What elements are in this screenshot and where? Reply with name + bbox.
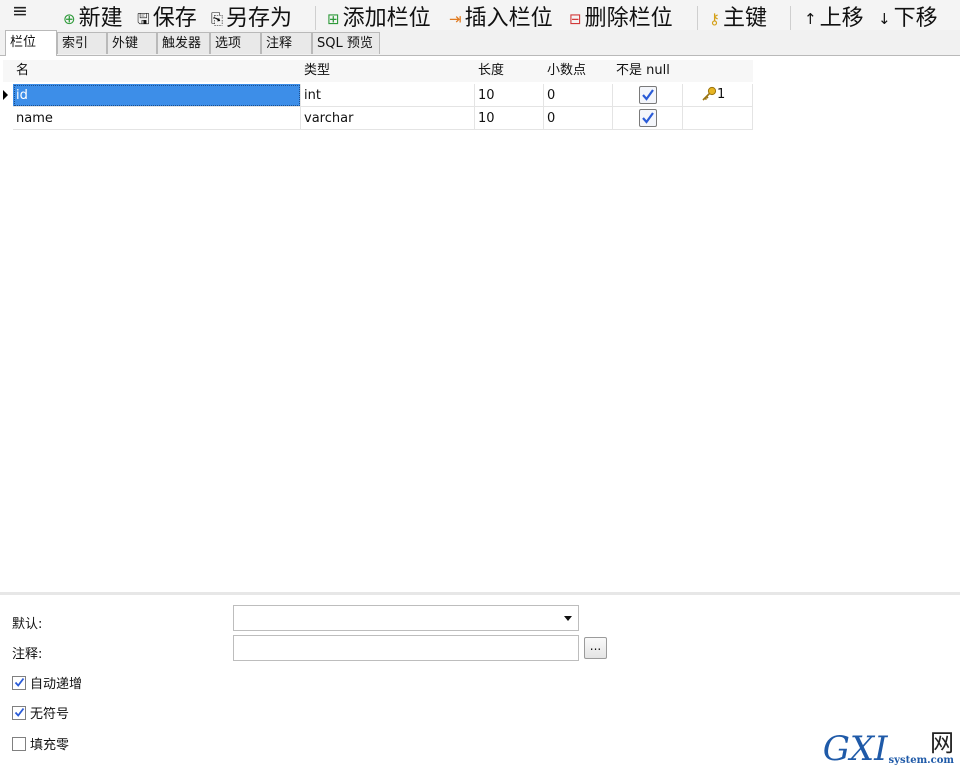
current-row-indicator-icon [3,90,8,100]
check-icon [14,707,24,717]
not-null-checkbox[interactable] [639,109,657,127]
unsigned-option[interactable]: 无符号 [12,703,69,722]
arrow-up-icon: ↑ [804,10,817,28]
fields-grid-area: 名 类型 长度 小数点 不是 null id int 10 0 1 name v… [3,56,960,592]
tab-fields[interactable]: 栏位 [5,30,57,56]
column-header-length[interactable]: 长度 [478,60,505,82]
table-row[interactable]: id int 10 0 1 [3,84,753,107]
dropdown-arrow-icon [564,616,572,621]
auto-increment-checkbox[interactable] [12,675,26,690]
insert-field-icon: ⇥ [449,10,462,28]
new-button[interactable]: ⊕ 新建 [63,6,123,30]
tab-sql-preview[interactable]: SQL 预览 [312,32,380,54]
field-properties-panel: 默认: 注释: ... 自动递增 无符号 填充零 GXI 网 system.co… [0,592,960,770]
arrow-down-icon: ↓ [878,10,891,28]
delete-field-icon: ⊟ [569,10,582,28]
save-icon: 🖫 [137,10,150,28]
key-icon [702,86,717,101]
tab-options[interactable]: 选项 [210,32,261,54]
check-icon [642,112,654,124]
comment-input[interactable] [233,635,579,661]
field-length-cell[interactable]: 10 [475,107,544,130]
column-header-type[interactable]: 类型 [304,60,331,82]
tab-indexes[interactable]: 索引 [57,32,107,54]
tab-triggers[interactable]: 触发器 [157,32,210,54]
column-header-decimals[interactable]: 小数点 [547,60,587,82]
zerofill-option[interactable]: 填充零 [12,734,69,753]
key-icon: ⚷ [709,10,720,28]
zerofill-checkbox[interactable] [12,736,26,751]
toolbar-divider [697,6,698,30]
primary-key-indicator: 1 [701,86,725,102]
tab-bar: 栏位 索引 外键 触发器 选项 注释 SQL 预览 [0,30,960,56]
check-icon [14,677,24,687]
field-type-cell[interactable]: int [301,84,475,107]
tab-foreign-keys[interactable]: 外键 [107,32,157,54]
default-select[interactable] [233,605,579,631]
new-icon: ⊕ [63,10,76,28]
field-decimals-cell[interactable]: 0 [544,107,613,130]
field-type-cell[interactable]: varchar [301,107,475,130]
comment-more-button[interactable]: ... [584,637,607,659]
primary-key-button[interactable]: ⚷ 主键 [709,6,767,30]
field-decimals-cell[interactable]: 0 [544,84,613,107]
toolbar: ≡ ⊕ 新建 🖫 保存 ⎘ 另存为 ⊞ 添加栏位 ⇥ 插入栏位 ⊟ 删除栏位 ⚷… [0,0,960,30]
save-button[interactable]: 🖫 保存 [137,6,197,30]
delete-field-button[interactable]: ⊟ 删除栏位 [569,6,673,30]
field-length-cell[interactable]: 10 [475,84,544,107]
key-cell [683,107,753,130]
save-as-icon: ⎘ [211,10,224,28]
add-field-button[interactable]: ⊞ 添加栏位 [327,6,431,30]
column-header-name[interactable]: 名 [16,60,30,82]
comment-label: 注释: [12,647,43,662]
move-up-button[interactable]: ↑ 上移 [804,6,864,30]
toolbar-divider [315,6,316,30]
toolbar-divider [790,6,791,30]
tab-comment[interactable]: 注释 [261,32,312,54]
field-name-cell[interactable]: name [13,107,301,130]
column-header-not-null[interactable]: 不是 null [616,60,670,82]
field-name-cell[interactable]: id [13,84,301,107]
unsigned-checkbox[interactable] [12,705,26,720]
menu-icon[interactable]: ≡ [12,2,28,21]
save-as-button[interactable]: ⎘ 另存为 [211,6,292,30]
auto-increment-option[interactable]: 自动递增 [12,673,82,692]
insert-field-button[interactable]: ⇥ 插入栏位 [449,6,553,30]
default-label: 默认: [12,617,43,632]
table-row[interactable]: name varchar 10 0 [3,107,753,130]
move-down-button[interactable]: ↓ 下移 [878,6,938,30]
add-field-icon: ⊞ [327,10,340,28]
check-icon [642,89,654,101]
not-null-checkbox[interactable] [639,86,657,104]
watermark-logo: GXI 网 system.com [822,729,954,769]
